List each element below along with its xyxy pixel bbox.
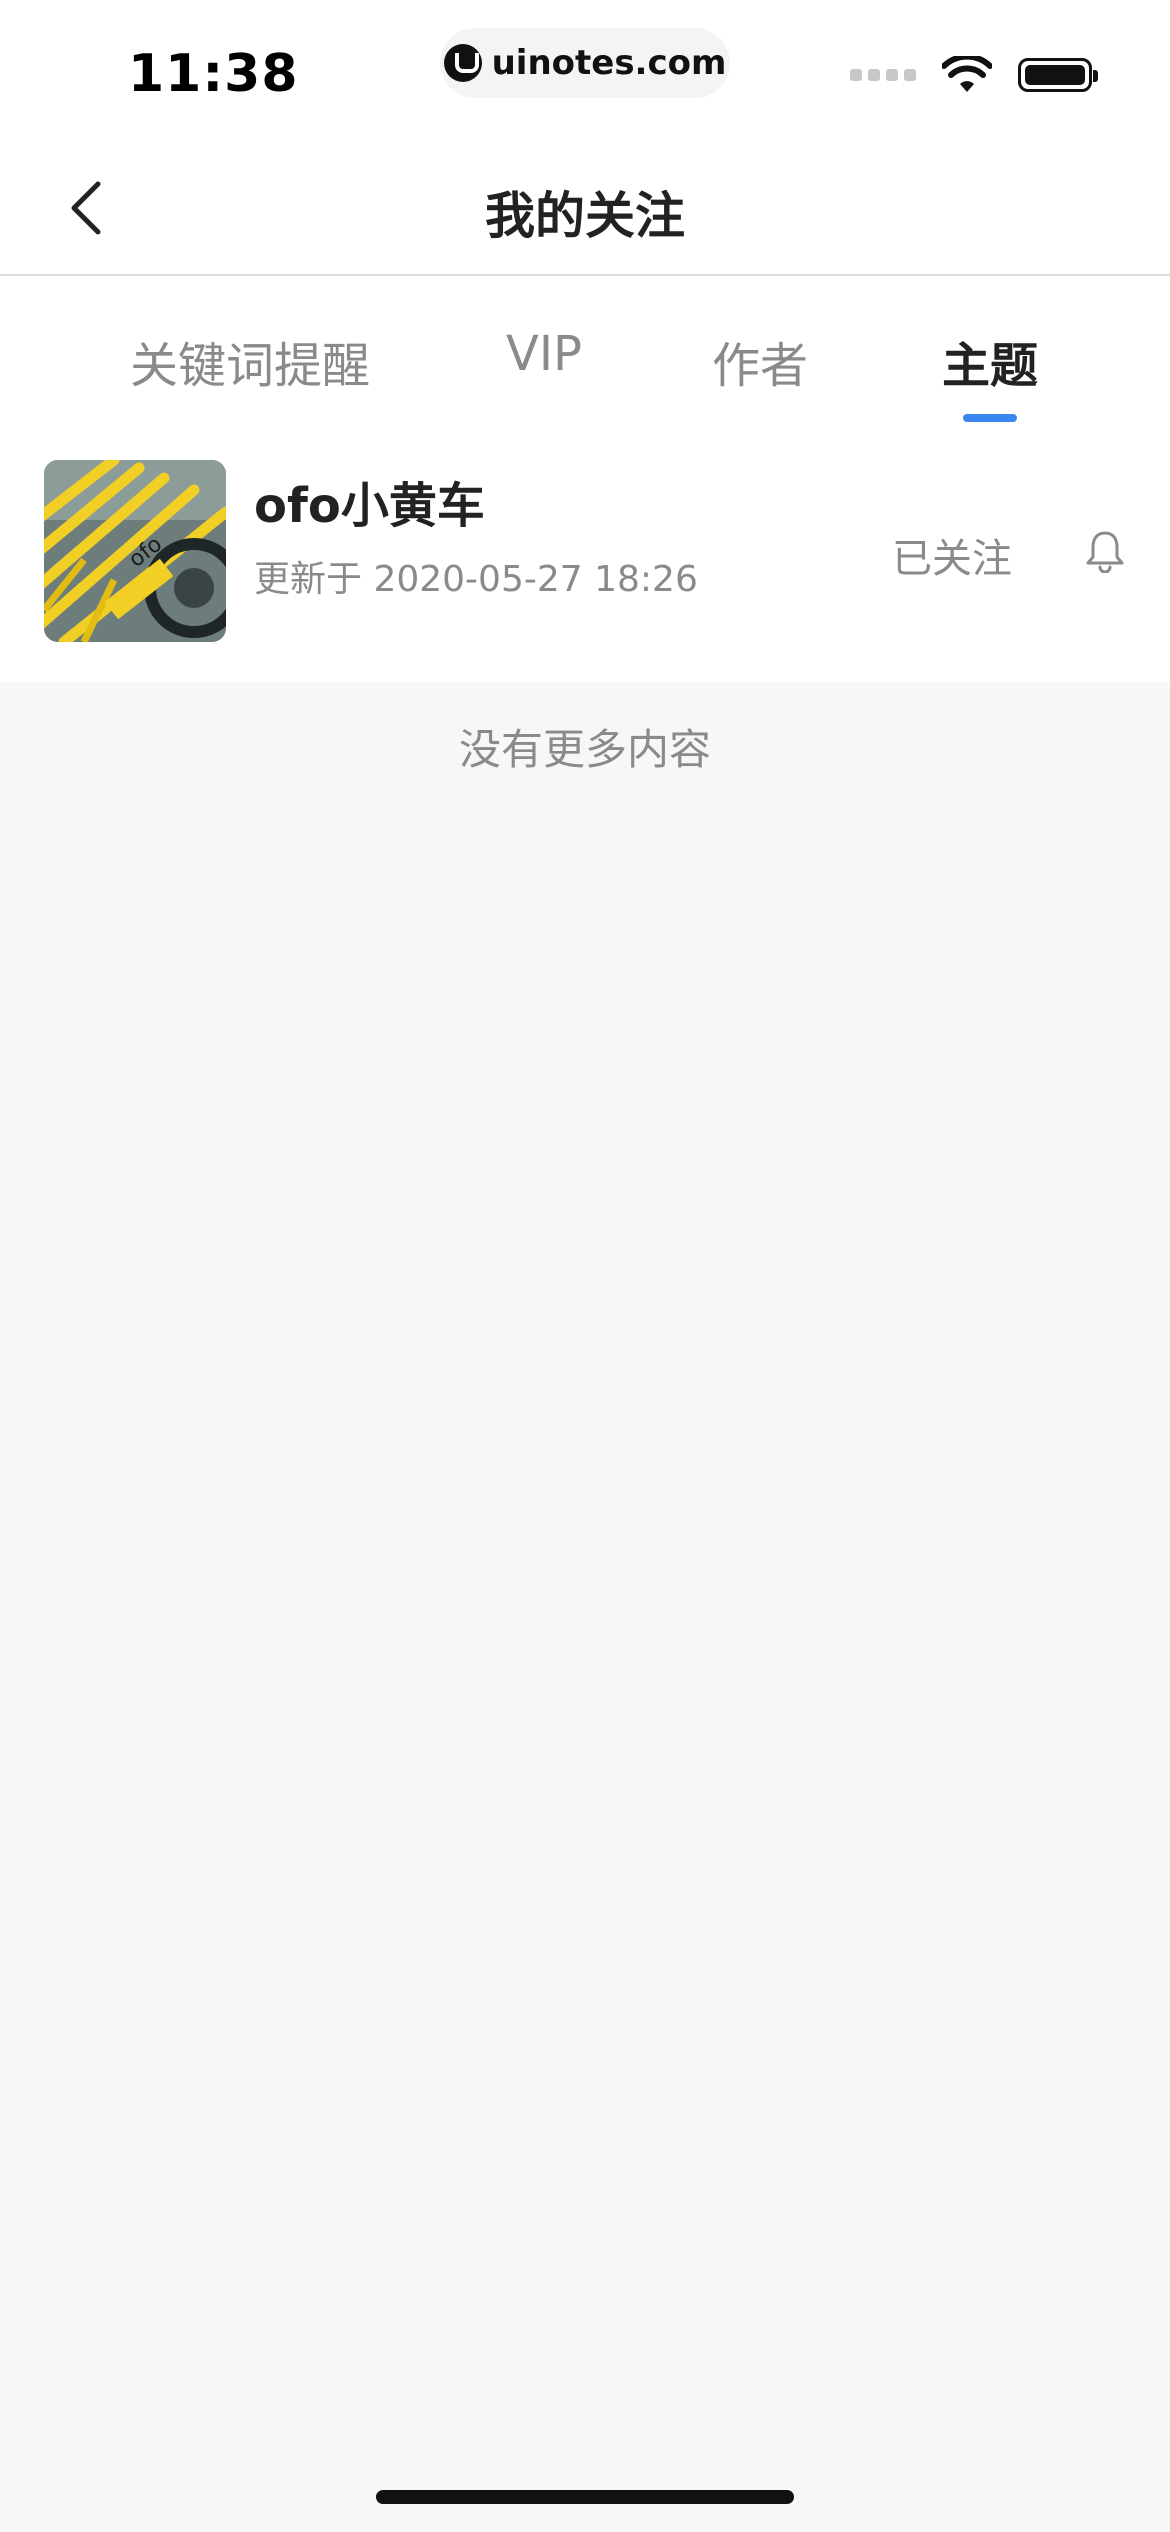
page-title: 我的关注	[485, 187, 685, 245]
topic-updated-time: 更新于 2020-05-27 18:26	[254, 559, 698, 600]
tab-topics[interactable]: 主题	[942, 326, 1038, 396]
home-indicator[interactable]	[376, 2490, 794, 2504]
screen: 11:38 uinotes.com 我的关注 关键词提醒 VIP 作者 主题 o…	[0, 0, 1170, 2532]
site-logo-icon	[443, 44, 482, 82]
status-time: 11:38	[128, 44, 299, 104]
wifi-icon	[942, 56, 992, 94]
notification-bell-button[interactable]	[1080, 526, 1130, 576]
topic-thumbnail: ofo	[44, 460, 226, 642]
tab-bar: 关键词提醒 VIP 作者 主题	[0, 276, 1170, 426]
topic-title: ofo小黄车	[254, 478, 485, 534]
tab-vip[interactable]: VIP	[506, 326, 582, 382]
end-of-list-text: 没有更多内容	[458, 725, 711, 774]
tab-authors[interactable]: 作者	[712, 326, 808, 396]
tab-keyword-alerts[interactable]: 关键词提醒	[130, 326, 370, 396]
active-tab-indicator	[963, 414, 1017, 422]
status-bar: 11:38 uinotes.com	[0, 0, 1170, 140]
nav-bar: 我的关注	[0, 140, 1170, 276]
cellular-signal-icon	[850, 69, 916, 81]
followed-button[interactable]: 已关注	[892, 526, 1012, 584]
url-pill[interactable]: uinotes.com	[440, 28, 730, 98]
list-item[interactable]: ofo ofo小黄车 更新于 2020-05-27 18:26 已关注	[0, 426, 1170, 682]
url-text: uinotes.com	[491, 43, 727, 83]
battery-icon	[1018, 58, 1098, 92]
bell-icon	[1086, 531, 1124, 573]
status-indicators	[850, 56, 1098, 94]
